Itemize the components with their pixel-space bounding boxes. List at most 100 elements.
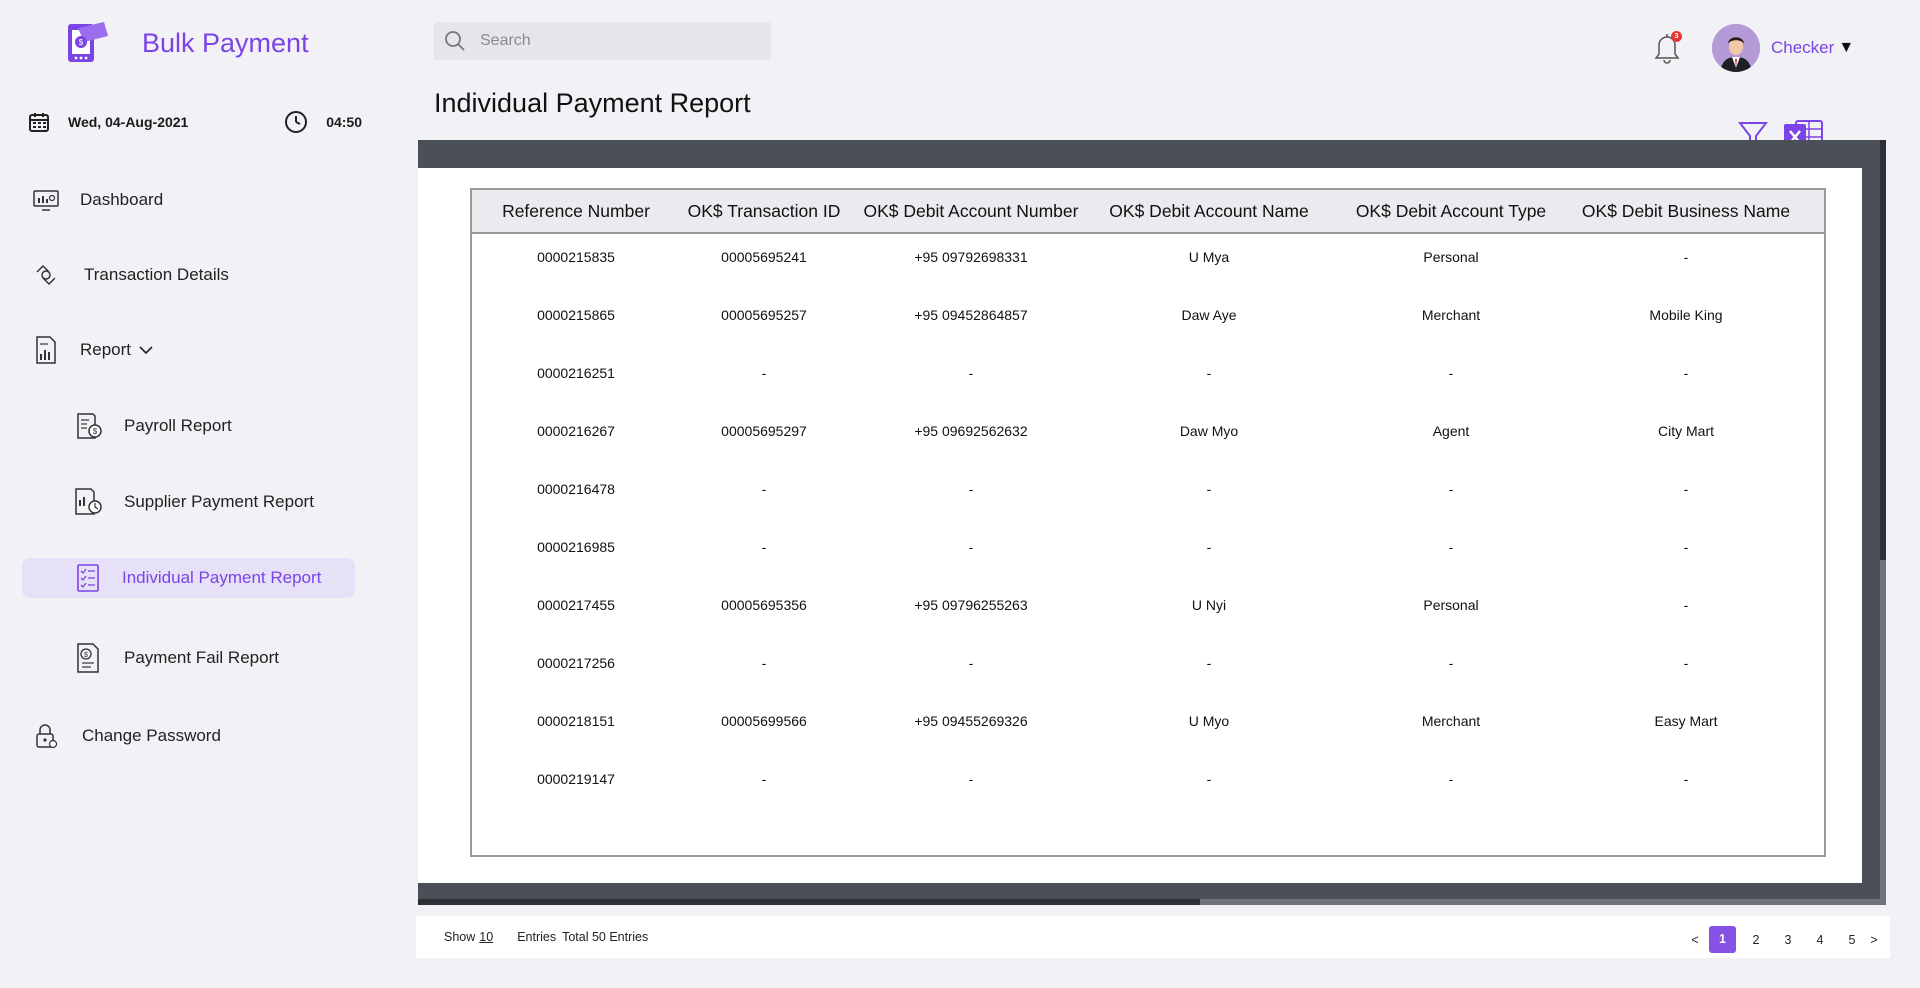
cell-transaction-id: 00005695257 — [721, 307, 807, 323]
avatar[interactable] — [1712, 24, 1760, 72]
table-row[interactable]: 0000218151 00005699566 +95 09455269326 U My… — [472, 692, 1824, 750]
column-header-debit-account-number[interactable]: OK$ Debit Account Number — [852, 190, 1090, 232]
pagination: < 1 2 3 4 5 > — [1685, 926, 1880, 953]
sidebar-item-label: Dashboard — [80, 190, 164, 209]
cell-debit-account-type: - — [1448, 481, 1454, 497]
cell-debit-business-name: Mobile King — [1649, 307, 1723, 323]
sidebar-item-dashboard[interactable]: Dashboard — [32, 186, 163, 214]
cell-reference-number: 0000215835 — [537, 249, 615, 265]
pagination-page[interactable]: 3 — [1776, 928, 1800, 952]
table-row[interactable]: 0000216985 - - - - - — [472, 518, 1824, 576]
calendar-icon — [29, 113, 49, 132]
table-row[interactable]: 0000215835 00005695241 +95 09792698331 U My… — [472, 228, 1824, 286]
pagination-page[interactable]: 1 — [1709, 926, 1736, 953]
cell-debit-account-type: - — [1448, 655, 1454, 671]
user-name: Checker — [1771, 38, 1835, 57]
lock-icon — [32, 722, 60, 750]
sidebar-item-label: Payment Fail Report — [124, 648, 279, 667]
datetime-bar: Wed, 04-Aug-2021 04:50 — [28, 110, 362, 134]
cell-debit-account-type: - — [1448, 771, 1454, 787]
cell-debit-account-name: - — [1206, 481, 1212, 497]
table-row[interactable]: 0000215865 00005695257 +95 09452864857 Daw … — [472, 286, 1824, 344]
sidebar-item-payment-fail-report[interactable]: $ Payment Fail Report — [72, 642, 279, 674]
table-row[interactable]: 0000219147 - - - - - — [472, 750, 1824, 808]
cell-debit-account-type: Merchant — [1421, 713, 1481, 729]
cell-debit-account-type: - — [1448, 365, 1454, 381]
search-icon — [445, 31, 465, 51]
search-bar[interactable] — [434, 22, 771, 60]
cell-debit-account-name: - — [1206, 365, 1212, 381]
chevron-down-icon — [139, 346, 153, 355]
entries-info: Show 10 Entries Total 50 Entries — [444, 930, 648, 944]
pagination-prev[interactable]: < — [1689, 928, 1701, 952]
column-header-reference-number[interactable]: Reference Number — [472, 190, 680, 232]
pagination-next[interactable]: > — [1868, 928, 1880, 952]
cell-debit-account-number: +95 09452864857 — [914, 307, 1028, 323]
cell-transaction-id: - — [761, 365, 767, 381]
show-label: Show — [444, 930, 476, 944]
cell-reference-number: 0000217455 — [537, 597, 615, 613]
search-input[interactable] — [480, 32, 750, 50]
sidebar-item-label: Report — [80, 340, 132, 359]
cell-debit-business-name: - — [1683, 655, 1689, 671]
sidebar-item-label: Payroll Report — [124, 416, 232, 435]
cell-debit-business-name: Easy Mart — [1654, 713, 1718, 729]
sidebar-item-label: Supplier Payment Report — [124, 492, 314, 511]
table-row[interactable]: 0000217256 - - - - - — [472, 634, 1824, 692]
cell-reference-number: 0000219147 — [537, 771, 615, 787]
payment-fail-icon: $ — [72, 642, 104, 674]
dashboard-icon — [32, 186, 60, 214]
current-date: Wed, 04-Aug-2021 — [68, 114, 189, 130]
cell-debit-account-number: - — [968, 539, 974, 555]
table-row[interactable]: 0000216478 - - - - - — [472, 460, 1824, 518]
sidebar-item-change-password[interactable]: Change Password — [32, 722, 221, 750]
report-icon — [32, 336, 60, 364]
page-size-select[interactable]: 10 — [479, 930, 493, 944]
sidebar-item-supplier-payment-report[interactable]: Supplier Payment Report — [72, 486, 314, 518]
cell-debit-account-name: - — [1206, 539, 1212, 555]
cell-transaction-id: 00005695297 — [721, 423, 807, 439]
app: $ Bulk Payment Wed, 04-Aug-2021 04:50 Da… — [0, 0, 1920, 988]
cell-transaction-id: 00005695241 — [721, 249, 807, 265]
caret-down-icon: ▼ — [1838, 39, 1855, 56]
cell-debit-business-name: - — [1683, 481, 1689, 497]
user-menu[interactable]: Checker ▼ — [1771, 38, 1854, 58]
table-row[interactable]: 0000217455 00005695356 +95 09796255263 U Ny… — [472, 576, 1824, 634]
column-header-debit-account-type[interactable]: OK$ Debit Account Type — [1332, 190, 1570, 232]
cell-debit-account-number: - — [968, 771, 974, 787]
column-header-transaction-id[interactable]: OK$ Transaction ID — [664, 190, 864, 232]
cell-debit-account-name: U Myo — [1188, 713, 1230, 729]
payroll-icon: $ — [72, 410, 104, 442]
horizontal-scrollbar-thumb[interactable] — [418, 899, 1200, 905]
sidebar-item-transaction-details[interactable]: Transaction Details — [32, 261, 229, 289]
cell-reference-number: 0000216985 — [537, 539, 615, 555]
cell-debit-account-name: Daw Aye — [1181, 307, 1237, 323]
notification-bell[interactable]: 3 — [1650, 30, 1686, 66]
cell-transaction-id: - — [761, 481, 767, 497]
vertical-scrollbar-thumb[interactable] — [1880, 140, 1886, 560]
pagination-page[interactable]: 5 — [1840, 928, 1864, 952]
cell-transaction-id: 00005699566 — [721, 713, 807, 729]
cell-debit-business-name: - — [1683, 539, 1689, 555]
cell-debit-account-type: Personal — [1423, 249, 1479, 265]
pagination-page[interactable]: 4 — [1808, 928, 1832, 952]
cell-transaction-id: - — [761, 539, 767, 555]
user-avatar-icon — [1712, 24, 1760, 72]
sidebar-item-individual-payment-report[interactable]: Individual Payment Report — [22, 558, 355, 598]
cell-reference-number: 0000216251 — [537, 365, 615, 381]
table-row[interactable]: 0000216251 - - - - - — [472, 344, 1824, 402]
table-footer: Show 10 Entries Total 50 Entries < 1 2 3… — [416, 916, 1890, 958]
cell-reference-number: 0000217256 — [537, 655, 615, 671]
column-header-debit-business-name[interactable]: OK$ Debit Business Name — [1566, 190, 1806, 232]
brand[interactable]: $ Bulk Payment — [64, 20, 309, 66]
sidebar-item-payroll-report[interactable]: $ Payroll Report — [72, 410, 232, 442]
column-header-debit-account-name[interactable]: OK$ Debit Account Name — [1090, 190, 1328, 232]
pagination-page[interactable]: 2 — [1744, 928, 1768, 952]
cell-debit-account-type: Agent — [1432, 423, 1470, 439]
cell-debit-account-type: Merchant — [1421, 307, 1481, 323]
sidebar-item-report[interactable]: Report — [32, 336, 153, 364]
table-row[interactable]: 0000216267 00005695297 +95 09692562632 Daw … — [472, 402, 1824, 460]
cell-debit-account-name: - — [1206, 655, 1212, 671]
bulk-payment-logo-icon: $ — [68, 22, 108, 62]
cell-transaction-id: - — [761, 655, 767, 671]
